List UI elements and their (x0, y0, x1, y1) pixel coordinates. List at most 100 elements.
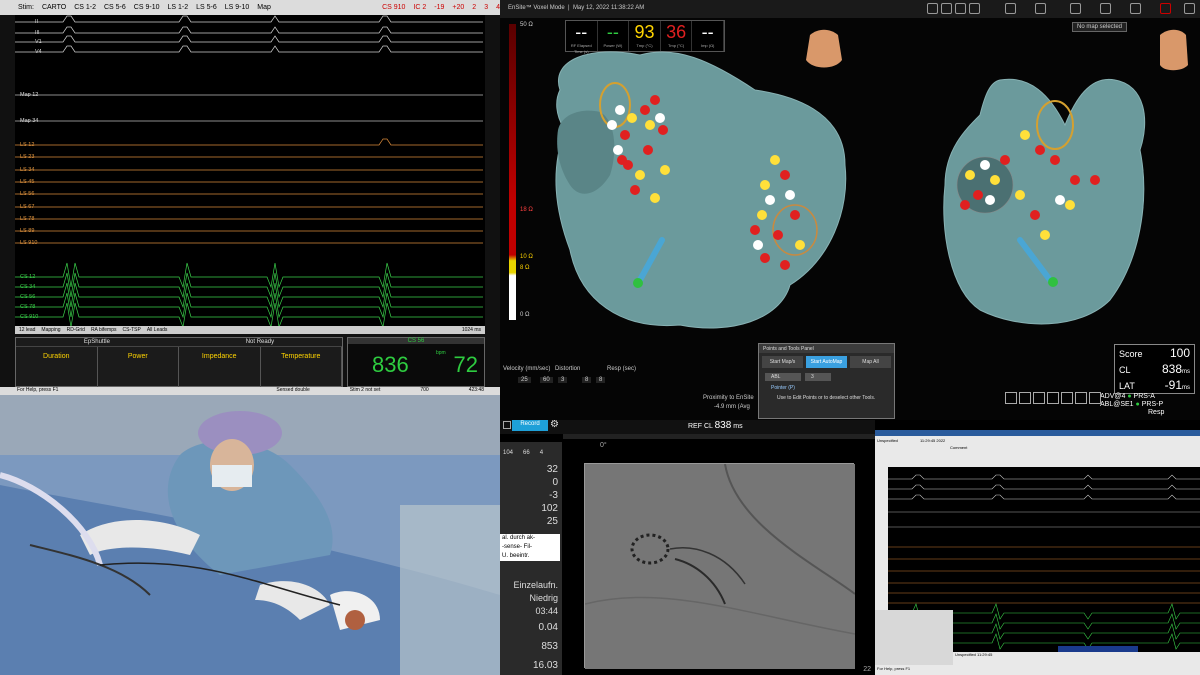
lesion-marker[interactable] (645, 120, 655, 130)
tab-all-leads[interactable]: All Leads (147, 327, 168, 333)
start-map-button[interactable]: Start Map/s (762, 356, 803, 368)
stim-2[interactable]: 2 (472, 4, 476, 11)
lesion-marker[interactable] (630, 185, 640, 195)
tool-icon[interactable] (1047, 392, 1059, 404)
lesion-marker[interactable] (643, 145, 653, 155)
stim-minus[interactable]: -19 (434, 4, 444, 11)
sensed-status: Sensed double (276, 387, 310, 393)
tool-icon[interactable] (1089, 392, 1101, 404)
tab-cs-tsp[interactable]: CS-TSP (123, 327, 141, 333)
tab-rd-grid[interactable]: RD-Grid (67, 327, 85, 333)
lesion-marker[interactable] (617, 155, 627, 165)
lesion-marker[interactable] (765, 195, 775, 205)
src-map[interactable]: Map (257, 4, 271, 11)
velocity-min[interactable]: 25 (518, 377, 531, 383)
src-ls910[interactable]: LS 9-10 (225, 4, 250, 11)
lesion-marker[interactable] (1065, 200, 1075, 210)
dap-value: 853 (541, 641, 558, 652)
lesion-marker[interactable] (1040, 230, 1050, 240)
lesion-marker[interactable] (1030, 210, 1040, 220)
egm-trace (15, 26, 483, 34)
tool-icon[interactable] (1075, 392, 1087, 404)
lesion-marker[interactable] (655, 113, 665, 123)
lesion-marker[interactable] (750, 225, 760, 235)
src-ls56[interactable]: LS 5-6 (196, 4, 217, 11)
lesion-marker[interactable] (1015, 190, 1025, 200)
lesion-marker[interactable] (658, 125, 668, 135)
timebase[interactable]: 1024 ms (462, 327, 485, 333)
start-automap-button[interactable]: Start AutoMap (806, 356, 847, 368)
record-button[interactable]: Record (512, 420, 548, 431)
stim-plus[interactable]: +20 (452, 4, 464, 11)
map-select[interactable]: No map selected (1072, 22, 1128, 32)
electrode-select[interactable]: 3 (805, 373, 831, 381)
lesion-marker[interactable] (760, 180, 770, 190)
lesion-marker[interactable] (973, 190, 983, 200)
distortion-min[interactable]: 8 (582, 377, 592, 383)
tab-ra-bifemps[interactable]: RA bifemps (91, 327, 117, 333)
lesion-marker[interactable] (620, 130, 630, 140)
tool-icon[interactable] (1019, 392, 1031, 404)
lesion-marker[interactable] (773, 230, 783, 240)
event-3[interactable]: Unspecified (955, 652, 976, 657)
lesion-marker[interactable] (753, 240, 763, 250)
velocity-label: Velocity (mm/sec) (503, 366, 551, 372)
lesion-marker[interactable] (990, 175, 1000, 185)
velocity-max[interactable]: 60 (540, 377, 553, 383)
lesion-marker[interactable] (760, 253, 770, 263)
pointer-tool[interactable]: Pointer (P) (759, 383, 894, 393)
src-ls12[interactable]: LS 1-2 (167, 4, 188, 11)
lesion-marker[interactable] (613, 145, 623, 155)
lesion-marker[interactable] (650, 193, 660, 203)
menu-icon[interactable] (503, 421, 511, 429)
map-all-button[interactable]: Map All (850, 356, 891, 368)
lesion-marker[interactable] (650, 95, 660, 105)
src-cs56[interactable]: CS 5-6 (104, 4, 126, 11)
lesion-marker[interactable] (785, 190, 795, 200)
lesion-marker[interactable] (615, 105, 625, 115)
distortion-value[interactable]: 3 (558, 377, 568, 383)
lesion-marker[interactable] (640, 105, 650, 115)
stim-mode[interactable]: Stim: (18, 4, 34, 11)
lesion-marker[interactable] (757, 210, 767, 220)
lesion-marker[interactable] (960, 200, 970, 210)
lesion-marker[interactable] (1070, 175, 1080, 185)
la-shell-left[interactable] (555, 51, 847, 329)
tool-icon[interactable] (1061, 392, 1073, 404)
lesion-marker[interactable] (660, 165, 670, 175)
lesion-marker[interactable] (965, 170, 975, 180)
lesion-marker[interactable] (1055, 195, 1065, 205)
lesion-marker[interactable] (780, 260, 790, 270)
gear-icon[interactable]: ⚙ (550, 420, 559, 430)
egm-strip[interactable] (15, 15, 485, 332)
stim-3[interactable]: 3 (484, 4, 488, 11)
tab-mapping[interactable]: Mapping (41, 327, 60, 333)
src-carto[interactable]: CARTO (42, 4, 66, 11)
tool-icon[interactable] (1033, 392, 1045, 404)
lead-label: LS 67 (20, 204, 35, 210)
catheter-status: ADV@4 ● PRS-A ABL@SE1 ● PRS-P Resp (1100, 393, 1165, 416)
lesion-marker[interactable] (1035, 145, 1045, 155)
lesion-marker[interactable] (1020, 130, 1030, 140)
lesion-marker[interactable] (795, 240, 805, 250)
distortion-max[interactable]: 8 (596, 377, 606, 383)
torso-orientation-icon-2 (1160, 29, 1188, 71)
tab-12-lead[interactable]: 12 lead (19, 327, 35, 333)
lesion-marker[interactable] (1000, 155, 1010, 165)
lesion-marker[interactable] (985, 195, 995, 205)
lesion-marker[interactable] (607, 120, 617, 130)
lesion-marker[interactable] (627, 113, 637, 123)
catheter-select[interactable]: ABL (765, 373, 801, 381)
lesion-marker[interactable] (1050, 155, 1060, 165)
lesion-marker[interactable] (980, 160, 990, 170)
tool-icon[interactable] (1005, 392, 1017, 404)
src-cs12[interactable]: CS 1-2 (74, 4, 96, 11)
side-val-5: 25 (546, 516, 558, 527)
lesion-marker[interactable] (770, 155, 780, 165)
lesion-marker[interactable] (780, 170, 790, 180)
src-cs910[interactable]: CS 9-10 (134, 4, 160, 11)
lesion-marker[interactable] (1090, 175, 1100, 185)
lesion-marker[interactable] (790, 210, 800, 220)
lesion-marker[interactable] (635, 170, 645, 180)
fluoroscopy-window: Record ⚙ REF CL 838 ms 0° 104 66 4 32 0 … (500, 420, 875, 675)
